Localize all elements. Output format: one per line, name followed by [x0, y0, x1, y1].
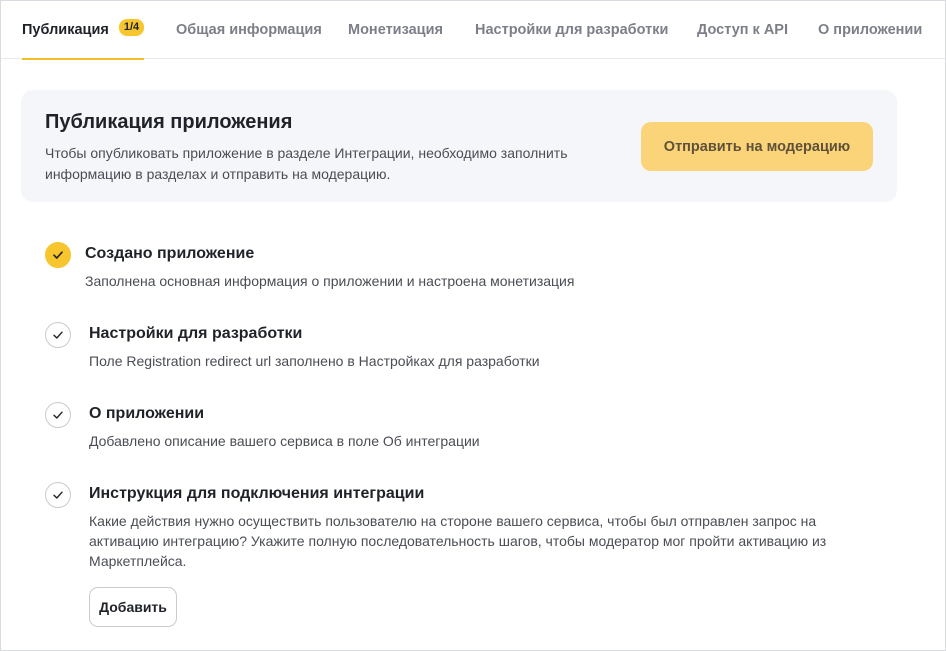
step-integration-instructions: Инструкция для подключения интеграции Ка… — [45, 482, 895, 632]
tab-label: Публикация — [22, 22, 109, 38]
step-title: Инструкция для подключения интеграции — [89, 485, 425, 502]
step-description: Добавлено описание вашего сервиса в поле… — [89, 433, 480, 449]
tab-publication[interactable]: Публикация 1/4 — [22, 1, 145, 60]
check-icon — [45, 402, 71, 428]
step-about-app: О приложении Добавлено описание вашего с… — [45, 402, 665, 452]
tab-label: Настройки для разработки — [475, 22, 669, 38]
check-icon — [45, 242, 71, 268]
tab-label: Общая информация — [176, 22, 322, 38]
tab-general-info[interactable]: Общая информация — [176, 1, 322, 59]
step-description: Какие действия нужно осуществить пользов… — [89, 513, 827, 569]
step-app-created: Создано приложение Заполнена основная ин… — [45, 242, 665, 292]
publish-card-title: Публикация приложения — [45, 111, 293, 133]
tab-label: О приложении — [818, 22, 923, 38]
step-title: О приложении — [89, 405, 205, 422]
step-title: Настройки для разработки — [89, 325, 303, 342]
step-description: Заполнена основная информация о приложен… — [85, 273, 575, 289]
tab-api-access[interactable]: Доступ к API — [697, 1, 788, 59]
step-dev-settings: Настройки для разработки Поле Registrati… — [45, 322, 665, 372]
submit-for-moderation-button[interactable]: Отправить на модерацию — [641, 122, 873, 171]
progress-badge: 1/4 — [118, 18, 145, 36]
tab-label: Доступ к API — [697, 22, 789, 38]
tab-label: Монетизация — [348, 22, 443, 38]
step-title: Создано приложение — [85, 245, 255, 262]
tab-bar: Публикация 1/4 Общая информация Монетиза… — [1, 1, 945, 60]
app-window: Публикация 1/4 Общая информация Монетиза… — [0, 0, 946, 651]
tab-dev-settings[interactable]: Настройки для разработки — [475, 1, 668, 59]
tab-about-app[interactable]: О приложении — [818, 1, 922, 59]
add-instruction-button[interactable]: Добавить — [89, 587, 177, 627]
tab-monetization[interactable]: Монетизация — [348, 1, 443, 59]
publish-card: Публикация приложения Чтобы опубликовать… — [21, 90, 897, 202]
check-icon — [45, 482, 71, 508]
publish-card-description: Чтобы опубликовать приложение в разделе … — [45, 145, 568, 182]
check-icon — [45, 322, 71, 348]
step-description: Поле Registration redirect url заполнено… — [89, 353, 540, 369]
